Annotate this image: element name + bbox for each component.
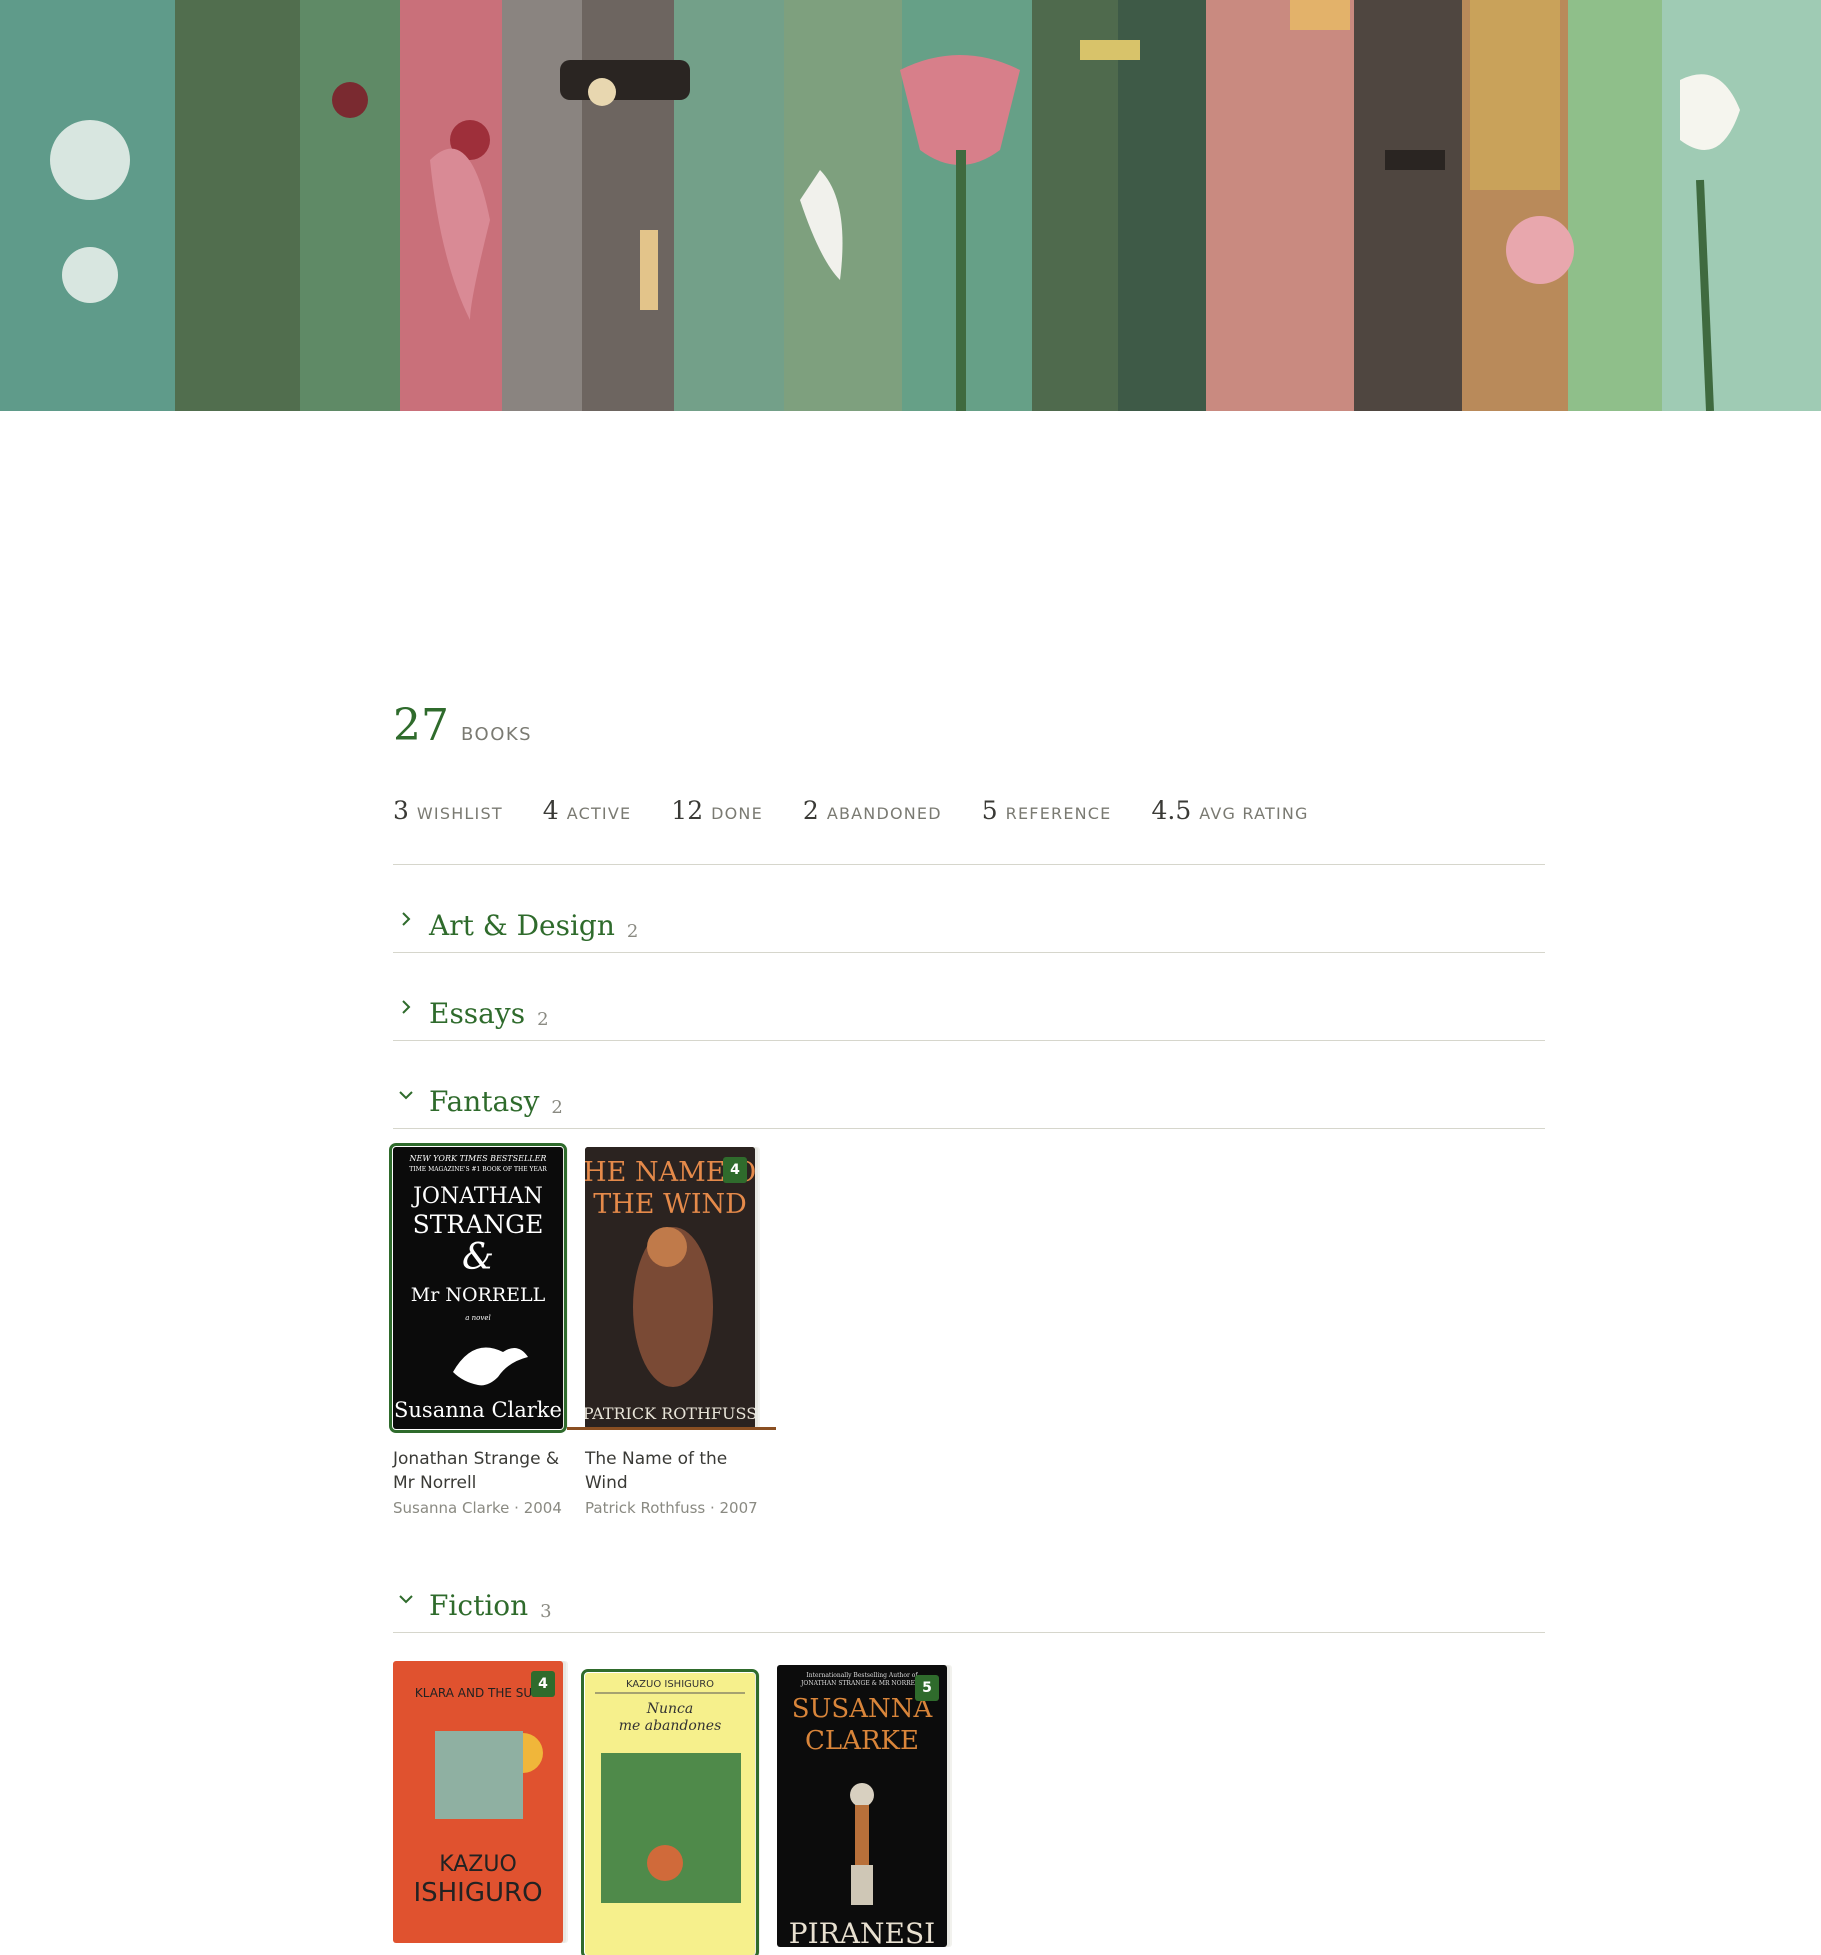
- cover-art: KAZUO ISHIGURO Nunca me abandones: [595, 1679, 745, 1903]
- library-main: 27 BOOKS 3 WISHLIST 4 ACTIVE 12 DONE 2 A…: [389, 700, 1545, 1955]
- book-cover[interactable]: Internationally Bestselling Author of JO…: [777, 1665, 947, 1947]
- cover-title-3: &: [462, 1237, 494, 1278]
- category-count: 3: [540, 1601, 552, 1622]
- cover-author: KAZUO ISHIGURO: [626, 1679, 714, 1690]
- cover-top2-text: TIME MAGAZINE'S #1 BOOK OF THE YEAR: [409, 1166, 547, 1173]
- category-count: 2: [626, 921, 639, 942]
- cover-title: PIRANESI: [789, 1917, 935, 1947]
- book-cover[interactable]: KLARA AND THE SUN KAZUO ISHIGURO 4: [393, 1661, 563, 1943]
- category-name: Art & Design: [429, 909, 615, 942]
- cover-art: KLARA AND THE SUN KAZUO ISHIGURO: [413, 1686, 543, 1908]
- hero-banner: [0, 0, 1821, 411]
- stat-label: WISHLIST: [416, 804, 503, 823]
- book-cover[interactable]: THE NAME OF THE WIND PATRICK ROTHFUSS 4: [585, 1147, 755, 1429]
- fiction-book-grid: KLARA AND THE SUN KAZUO ISHIGURO 4 KAZUO…: [393, 1633, 1545, 1955]
- rating-badge: 5: [915, 1675, 939, 1701]
- cover-art: THE NAME OF THE WIND PATRICK ROTHFUSS: [585, 1147, 755, 1429]
- cover-title-2: me abandones: [619, 1718, 722, 1734]
- rating-badge: 4: [531, 1671, 555, 1697]
- stat-value: 4.5: [1151, 796, 1192, 825]
- book-cover[interactable]: KAZUO ISHIGURO Nunca me abandones: [581, 1669, 759, 1955]
- cover-author-1: SUSANNA: [792, 1694, 934, 1724]
- rating-badge: 4: [723, 1157, 747, 1183]
- category-name: Essays: [429, 997, 526, 1030]
- cover-title: KLARA AND THE SUN: [415, 1686, 541, 1700]
- category-art-design[interactable]: Art & Design 2: [393, 865, 1545, 953]
- stat-active[interactable]: 4 ACTIVE: [543, 796, 632, 825]
- cover-title-2: STRANGE: [413, 1210, 544, 1239]
- category-name: Fantasy: [429, 1085, 540, 1118]
- cover-author-1: KAZUO: [439, 1852, 517, 1877]
- fantasy-book-grid: NEW YORK TIMES BESTSELLER TIME MAGAZINE'…: [389, 1129, 1545, 1517]
- hero-illustration: [0, 0, 1821, 411]
- stat-label: ACTIVE: [566, 804, 632, 823]
- book-meta: Patrick Rothfuss · 2007: [585, 1499, 758, 1517]
- stat-label: AVG RATING: [1199, 804, 1309, 823]
- cover-author: PATRICK ROTHFUSS: [585, 1404, 755, 1423]
- stat-value: 12: [671, 796, 704, 825]
- cover-title-1: JONATHAN: [411, 1184, 543, 1209]
- cover-top-text: NEW YORK TIMES BESTSELLER: [409, 1154, 547, 1163]
- book-card[interactable]: NEW YORK TIMES BESTSELLER TIME MAGAZINE'…: [389, 1143, 567, 1517]
- stat-value: 2: [802, 796, 819, 825]
- book-card[interactable]: THE NAME OF THE WIND PATRICK ROTHFUSS 4 …: [585, 1147, 759, 1517]
- stat-done[interactable]: 12 DONE: [671, 796, 763, 825]
- stat-avg-rating: 4.5 AVG RATING: [1152, 796, 1309, 825]
- stat-reference[interactable]: 5 REFERENCE: [982, 796, 1112, 825]
- chevron-right-icon: [402, 1000, 411, 1014]
- cover-subtitle: a novel: [465, 1314, 490, 1322]
- cover-art: NEW YORK TIMES BESTSELLER TIME MAGAZINE'…: [394, 1154, 562, 1422]
- stat-wishlist[interactable]: 3 WISHLIST: [393, 796, 503, 825]
- stat-value: 5: [981, 796, 998, 825]
- category-count: 2: [537, 1009, 549, 1030]
- category-name: Fiction: [429, 1589, 529, 1622]
- stat-label: REFERENCE: [1005, 804, 1112, 823]
- book-meta: Susanna Clarke · 2004: [393, 1499, 562, 1517]
- book-title[interactable]: The Name of the Wind: [585, 1447, 759, 1495]
- stat-value: 4: [542, 796, 559, 825]
- cover-author-2: ISHIGURO: [413, 1878, 542, 1908]
- stat-label: DONE: [711, 804, 763, 823]
- book-cover[interactable]: NEW YORK TIMES BESTSELLER TIME MAGAZINE'…: [389, 1143, 567, 1433]
- drop-indicator: [567, 1427, 776, 1430]
- cover-title-4: Mr NORRELL: [411, 1284, 546, 1306]
- stat-value: 3: [393, 796, 409, 825]
- raven-illustration: [453, 1347, 528, 1386]
- chevron-right-icon: [402, 912, 411, 926]
- category-count: 2: [551, 1097, 563, 1118]
- stat-abandoned[interactable]: 2 ABANDONED: [803, 796, 942, 825]
- cover-art: Internationally Bestselling Author of JO…: [789, 1672, 935, 1947]
- total-label: BOOKS: [461, 724, 533, 745]
- cover-top2-text: JONATHAN STRANGE & MR NORRELL: [800, 1680, 923, 1687]
- book-title[interactable]: Jonathan Strange & Mr Norrell: [393, 1447, 567, 1495]
- book-card[interactable]: Internationally Bestselling Author of JO…: [777, 1661, 951, 1955]
- category-fiction[interactable]: Fiction 3: [393, 1545, 1545, 1633]
- total-count: 27: [393, 700, 449, 751]
- status-stats: 3 WISHLIST 4 ACTIVE 12 DONE 2 ABANDONED …: [393, 796, 1545, 850]
- stat-label: ABANDONED: [826, 804, 942, 823]
- category-fantasy[interactable]: Fantasy 2: [393, 1041, 1545, 1129]
- cover-author: Susanna Clarke: [394, 1398, 562, 1422]
- cover-top-text: Internationally Bestselling Author of: [806, 1672, 918, 1679]
- cover-title-2: THE WIND: [593, 1189, 747, 1220]
- chevron-down-icon: [399, 1091, 413, 1100]
- category-essays[interactable]: Essays 2: [393, 953, 1545, 1041]
- book-card[interactable]: KLARA AND THE SUN KAZUO ISHIGURO 4: [393, 1661, 567, 1955]
- chevron-down-icon: [399, 1595, 413, 1604]
- book-card[interactable]: KAZUO ISHIGURO Nunca me abandones: [581, 1661, 759, 1955]
- cover-title-1: Nunca: [646, 1701, 693, 1717]
- total-summary: 27 BOOKS: [393, 700, 1545, 780]
- cover-author-2: CLARKE: [805, 1726, 919, 1756]
